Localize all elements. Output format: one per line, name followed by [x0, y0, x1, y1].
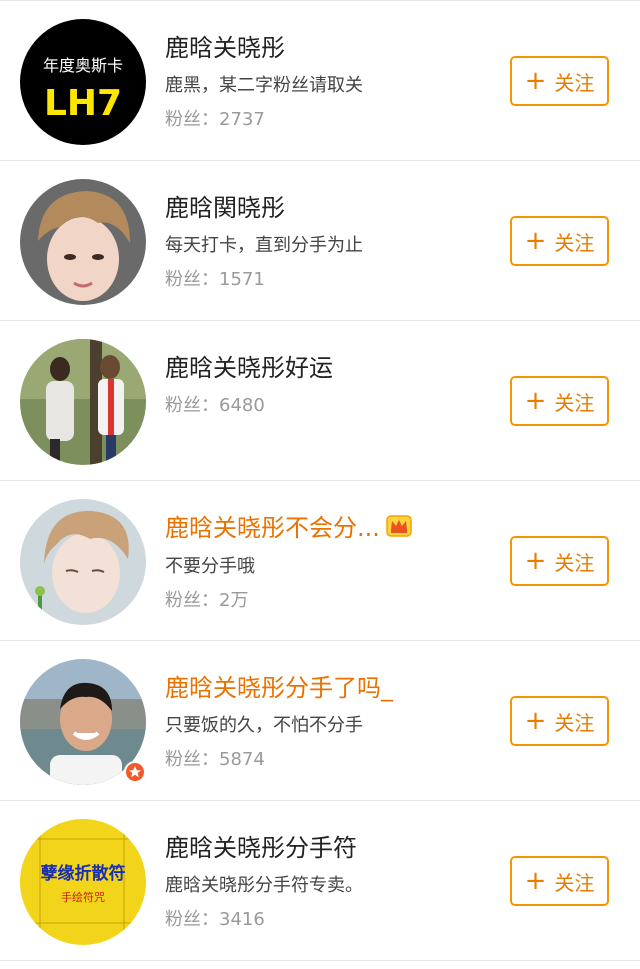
fans-count: 粉丝：5874: [165, 747, 510, 773]
fans-value: 6480: [219, 395, 265, 416]
user-name[interactable]: 鹿晗关晓彤分手了吗_: [165, 671, 510, 705]
follow-label: 关注: [554, 390, 595, 415]
fans-label: 粉丝：: [165, 269, 219, 290]
follow-label: 关注: [554, 230, 595, 255]
plus-icon: +: [524, 226, 547, 256]
fans-label: 粉丝：: [165, 395, 219, 416]
list-item[interactable]: 年度奥斯卡 LH7 鹿晗关晓彤 鹿黑，某二字粉丝请取关 粉丝：2737 + 关注: [0, 1, 640, 161]
user-name[interactable]: 鹿晗関晓彤: [165, 191, 510, 225]
follow-label: 关注: [554, 550, 595, 575]
follow-button[interactable]: + 关注: [510, 376, 609, 426]
avatar-text-main: 孽缘折散符: [41, 863, 126, 884]
follow-button[interactable]: + 关注: [510, 56, 609, 106]
plus-icon: +: [524, 386, 547, 416]
follow-label: 关注: [554, 870, 595, 895]
avatar[interactable]: [20, 499, 146, 625]
user-bio: 不要分手哦: [165, 556, 255, 577]
user-name[interactable]: 鹿晗关晓彤: [165, 31, 510, 65]
list-item[interactable]: 鹿晗关晓彤不会分... 不要分手哦 粉丝：2万 + 关注: [0, 481, 640, 641]
user-name-text: 鹿晗关晓彤不会分...: [165, 514, 380, 542]
fans-value: 2万: [219, 590, 249, 611]
fans-count: 粉丝：6480: [165, 393, 510, 419]
user-name[interactable]: 鹿晗关晓彤好运: [165, 351, 510, 385]
fans-count: 粉丝：1571: [165, 267, 510, 293]
avatar-text-top: 年度奥斯卡: [43, 56, 123, 75]
list-item[interactable]: 鹿晗关晓彤好运 粉丝：6480 + 关注: [0, 321, 640, 481]
list-item[interactable]: 鹿晗関晓彤 每天打卡，直到分手为止 粉丝：1571 + 关注: [0, 161, 640, 321]
fans-label: 粉丝：: [165, 590, 219, 611]
fans-value: 1571: [219, 269, 265, 290]
fans-count: 粉丝：2737: [165, 107, 510, 133]
plus-icon: +: [524, 706, 547, 736]
fans-label: 粉丝：: [165, 909, 219, 930]
avatar[interactable]: [20, 179, 146, 305]
avatar[interactable]: 孽缘折散符 手绘符咒: [20, 819, 146, 945]
crown-icon: [386, 512, 412, 546]
plus-icon: +: [524, 66, 547, 96]
verified-badge-icon: [124, 761, 146, 783]
avatar-text-main: LH7: [44, 83, 122, 124]
fans-label: 粉丝：: [165, 109, 219, 130]
avatar-text-sub: 手绘符咒: [61, 890, 105, 904]
fans-value: 2737: [219, 109, 265, 130]
plus-icon: +: [524, 546, 547, 576]
avatar[interactable]: 年度奥斯卡 LH7: [20, 19, 146, 145]
user-bio: 每天打卡，直到分手为止: [165, 235, 363, 256]
fans-count: 粉丝：2万: [165, 588, 510, 614]
avatar[interactable]: [20, 339, 146, 465]
plus-icon: +: [524, 866, 547, 896]
fans-value: 3416: [219, 909, 265, 930]
list-item[interactable]: 孽缘折散符 手绘符咒 鹿晗关晓彤分手符 鹿晗关晓彤分手符专卖。 粉丝：3416 …: [0, 801, 640, 961]
follow-label: 关注: [554, 710, 595, 735]
follow-label: 关注: [554, 70, 595, 95]
user-name[interactable]: 鹿晗关晓彤不会分...: [165, 511, 510, 546]
user-bio: 鹿黑，某二字粉丝请取关: [165, 75, 363, 96]
fans-label: 粉丝：: [165, 749, 219, 770]
user-bio: 鹿晗关晓彤分手符专卖。: [165, 875, 363, 896]
fans-value: 5874: [219, 749, 265, 770]
follow-button[interactable]: + 关注: [510, 216, 609, 266]
follow-button[interactable]: + 关注: [510, 536, 609, 586]
user-list: 年度奥斯卡 LH7 鹿晗关晓彤 鹿黑，某二字粉丝请取关 粉丝：2737 + 关注 …: [0, 0, 640, 961]
follow-button[interactable]: + 关注: [510, 856, 609, 906]
fans-count: 粉丝：3416: [165, 907, 510, 933]
list-item[interactable]: 鹿晗关晓彤分手了吗_ 只要饭的久，不怕不分手 粉丝：5874 + 关注: [0, 641, 640, 801]
user-name[interactable]: 鹿晗关晓彤分手符: [165, 831, 510, 865]
user-bio: 只要饭的久，不怕不分手: [165, 715, 363, 736]
follow-button[interactable]: + 关注: [510, 696, 609, 746]
